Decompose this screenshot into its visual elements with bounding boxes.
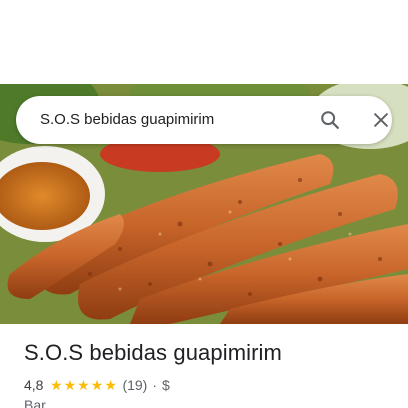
star-icon: ★ xyxy=(49,377,63,393)
separator-dot: · xyxy=(152,377,158,393)
star-icon: ★ xyxy=(90,377,104,393)
rating-row[interactable]: 4,8 ★ ★ ★ ★ ★ (19) · $ xyxy=(24,376,170,394)
star-icon: ★ xyxy=(63,377,77,393)
price-level: $ xyxy=(162,377,170,393)
rating-stars: ★ ★ ★ ★ ★ xyxy=(49,378,117,392)
review-count[interactable]: (19) xyxy=(122,377,147,393)
search-bar[interactable]: S.O.S bebidas guapimirim xyxy=(16,96,392,144)
search-input[interactable]: S.O.S bebidas guapimirim xyxy=(40,96,214,144)
search-icon[interactable] xyxy=(314,104,346,136)
place-category: Bar xyxy=(24,397,46,408)
star-icon: ★ xyxy=(77,377,90,393)
place-title: S.O.S bebidas guapimirim xyxy=(24,340,282,365)
star-icon: ★ xyxy=(104,377,117,393)
rating-value: 4,8 xyxy=(24,377,44,393)
close-icon[interactable] xyxy=(365,104,397,136)
top-blank-area xyxy=(0,0,408,84)
